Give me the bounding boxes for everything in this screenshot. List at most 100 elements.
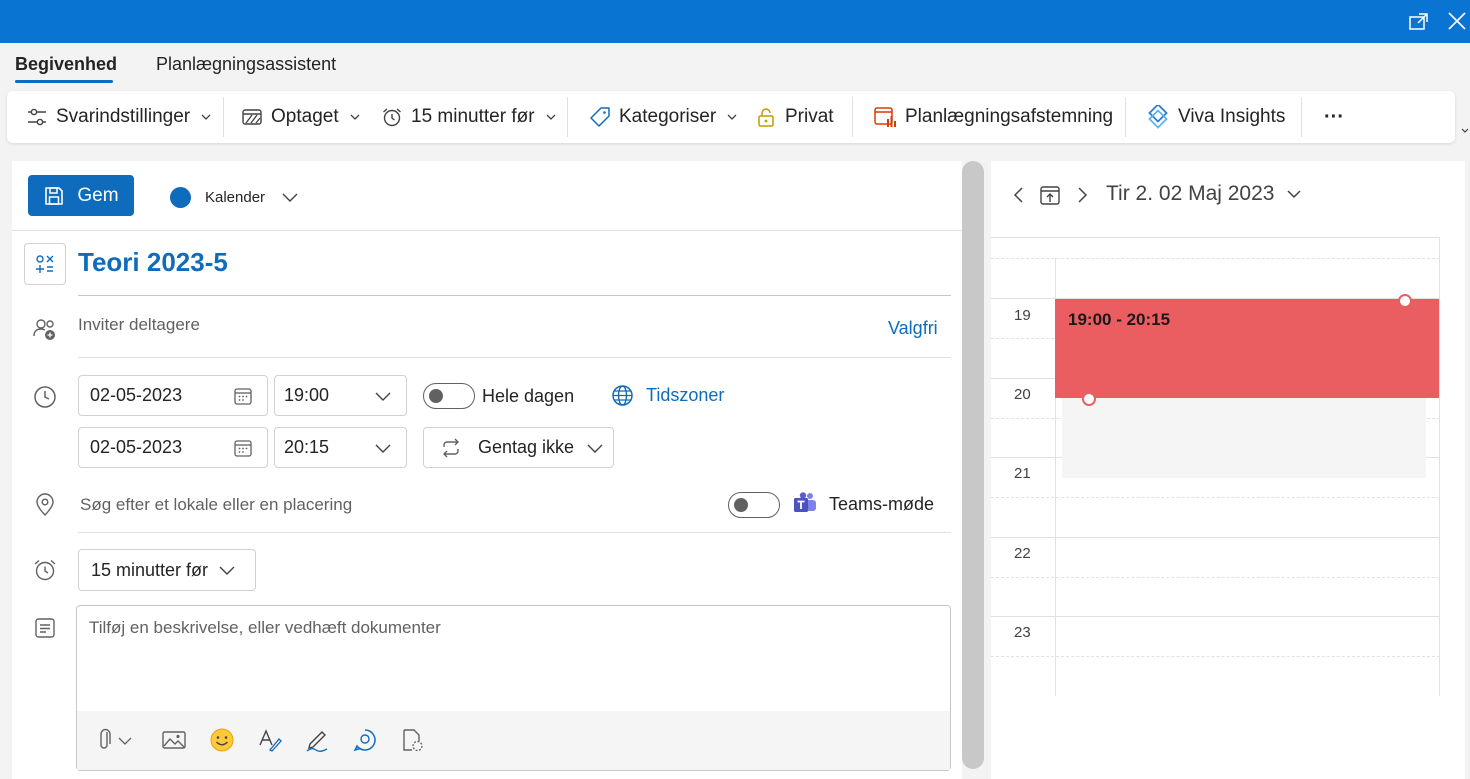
popout-icon[interactable] <box>1408 10 1430 32</box>
teams-meeting-toggle[interactable] <box>728 492 780 518</box>
show-as-button[interactable]: Optaget <box>241 91 361 143</box>
scheduling-poll-button[interactable]: Planlægningsafstemning <box>873 91 1113 143</box>
all-day-toggle[interactable] <box>423 383 475 409</box>
chevron-down-icon <box>546 114 556 120</box>
end-time-value: 20:15 <box>284 437 330 457</box>
hour-label: 21 <box>1014 465 1031 482</box>
invite-attendees-input[interactable]: Inviter deltagere <box>78 315 200 335</box>
end-time-field[interactable]: 20:15 <box>274 427 407 468</box>
editor-toolbar <box>77 711 950 770</box>
calendar-icon <box>234 439 252 457</box>
format-icon[interactable] <box>257 727 283 753</box>
show-as-icon <box>242 109 262 125</box>
today-icon[interactable] <box>1038 183 1062 207</box>
grid-half-hour-line <box>991 497 1440 498</box>
end-date-value: 02-05-2023 <box>90 437 183 457</box>
alarm-icon <box>383 108 401 127</box>
emoji-icon[interactable] <box>209 727 235 753</box>
active-tab-indicator <box>15 80 113 83</box>
reminder-button[interactable]: 15 minutter før <box>381 91 557 143</box>
toggle-knob <box>734 498 748 512</box>
ribbon-expand-chevron-icon[interactable] <box>1460 124 1470 138</box>
reminder-label: 15 minutter før <box>411 106 535 127</box>
teams-icon <box>794 492 816 512</box>
tab-bar: Begivenhed Planlægningsassistent <box>0 43 1470 90</box>
grid-hour-line <box>991 616 1440 617</box>
repeat-icon <box>443 438 459 457</box>
all-day-label: Hele dagen <box>482 386 575 406</box>
show-as-label: Optaget <box>271 106 339 127</box>
calendar-selector[interactable]: Kalender <box>170 182 299 212</box>
response-options-button[interactable]: Svarindstillinger <box>26 91 212 143</box>
image-icon[interactable] <box>161 727 187 753</box>
tab-scheduling-assistant[interactable]: Planlægningsassistent <box>156 54 336 75</box>
description-placeholder: Tilføj en beskrivelse, eller vedhæft dok… <box>89 618 441 637</box>
event-block[interactable]: 19:00 - 20:15 <box>1055 299 1439 398</box>
repeat-label: Gentag ikke <box>478 437 575 457</box>
start-date-field[interactable]: 02-05-2023 <box>78 375 268 416</box>
chevron-down-icon <box>282 193 298 202</box>
divider <box>78 357 951 358</box>
day-column-edge <box>1439 237 1440 696</box>
more-options-button[interactable]: ··· <box>1324 91 1344 143</box>
grid-half-hour-line <box>991 258 1440 259</box>
tag-icon <box>590 107 610 127</box>
day-view-date-label: Tir 2. 02 Maj 2023 <box>1106 182 1275 205</box>
calendar-label: Kalender <box>205 188 266 206</box>
toggle-knob <box>429 389 443 403</box>
ribbon-toolbar: Svarindstillinger Optaget 15 minutter fø… <box>7 91 1455 143</box>
private-button[interactable]: Privat <box>755 91 834 143</box>
teams-meeting-label: Teams-møde <box>829 494 935 514</box>
repeat-dropdown[interactable]: Gentag ikke <box>423 427 614 468</box>
categorize-label: Kategoriser <box>619 106 717 127</box>
chevron-down-icon <box>587 444 603 453</box>
reminder-value: 15 minutter før <box>91 559 209 580</box>
title-icon <box>36 255 54 273</box>
categorize-button[interactable]: Kategoriser <box>589 91 738 143</box>
save-button[interactable]: Gem <box>28 175 134 216</box>
clock-icon <box>34 386 56 408</box>
response-options-label: Svarindstillinger <box>56 106 191 127</box>
people-add-icon <box>33 319 55 340</box>
lock-icon <box>758 108 774 127</box>
close-icon[interactable] <box>1446 10 1468 32</box>
divider <box>12 230 962 231</box>
grid-hour-line <box>991 537 1440 538</box>
chevron-left-icon[interactable] <box>1008 184 1030 206</box>
tab-event[interactable]: Begivenhed <box>15 54 117 75</box>
notes-icon <box>35 618 55 638</box>
chevron-down-icon <box>375 392 391 401</box>
form-scrollbar[interactable] <box>962 161 984 769</box>
viva-insights-button[interactable]: Viva Insights <box>1146 91 1285 143</box>
signature-icon[interactable] <box>304 727 330 753</box>
calendar-dot-icon <box>170 186 191 208</box>
timezones-link[interactable]: Tidszoner <box>646 385 724 406</box>
hour-label: 23 <box>1014 624 1031 641</box>
template-icon[interactable] <box>399 727 425 753</box>
event-resize-handle-top[interactable] <box>1398 294 1412 308</box>
divider <box>78 532 951 533</box>
event-resize-handle-bottom[interactable] <box>1082 392 1096 406</box>
poll-icon <box>874 107 896 127</box>
start-time-field[interactable]: 19:00 <box>274 375 407 416</box>
globe-icon <box>612 385 633 406</box>
end-date-field[interactable]: 02-05-2023 <box>78 427 268 468</box>
viva-insights-label: Viva Insights <box>1178 106 1286 127</box>
chevron-down-icon <box>375 444 391 453</box>
reminder-dropdown[interactable]: 15 minutter før <box>78 549 256 591</box>
chevron-right-icon[interactable] <box>1071 184 1093 206</box>
location-input[interactable]: Søg efter et lokale eller en placering <box>80 495 352 515</box>
loop-icon[interactable] <box>352 727 378 753</box>
day-view-date-picker[interactable]: Tir 2. 02 Maj 2023 <box>1106 182 1302 206</box>
title-icon-button[interactable] <box>24 243 66 285</box>
event-title-input[interactable]: Teori 2023-5 <box>78 247 228 278</box>
save-icon <box>45 186 64 205</box>
optional-attendees-link[interactable]: Valgfri <box>888 318 938 339</box>
event-time-label: 19:00 - 20:15 <box>1068 310 1171 329</box>
start-date-value: 02-05-2023 <box>90 385 183 405</box>
chevron-down-icon[interactable] <box>115 727 135 753</box>
location-icon <box>36 493 54 516</box>
window-titlebar <box>0 0 1470 43</box>
response-options-icon <box>28 108 46 126</box>
ribbon-divider <box>223 97 224 137</box>
